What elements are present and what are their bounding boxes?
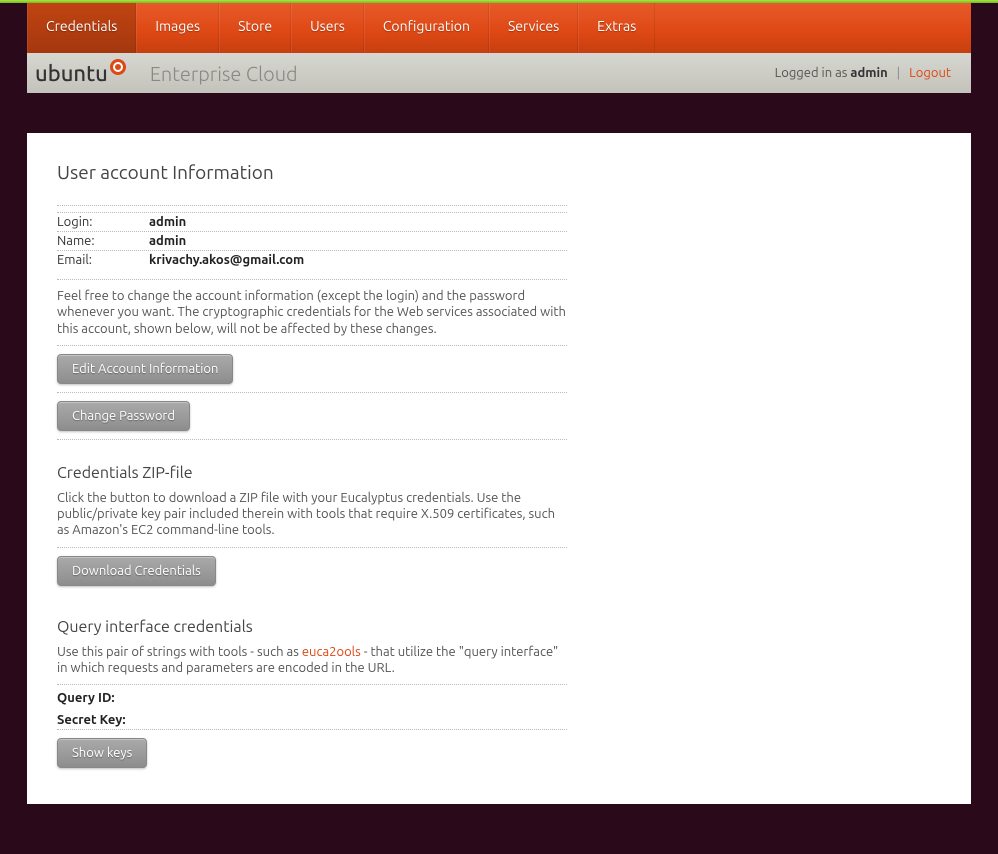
query-section-title: Query interface credentials (57, 618, 567, 636)
nav-services[interactable]: Services (489, 3, 578, 53)
nav-images[interactable]: Images (136, 3, 219, 53)
header-subtitle: Enterprise Cloud (150, 62, 298, 85)
ubuntu-wordmark: ubuntu (35, 61, 126, 86)
page-title: User account Information (57, 161, 567, 183)
secret-key-row: Secret Key: (57, 707, 567, 729)
page-background: Credentials Images Store Users Configura… (0, 3, 998, 854)
logged-in-prefix: Logged in as (775, 66, 851, 80)
login-status: Logged in as admin | Logout (775, 66, 951, 80)
info-row-name: Name: admin (57, 231, 567, 250)
nav-store[interactable]: Store (219, 3, 291, 53)
query-blurb: Use this pair of strings with tools - su… (57, 642, 567, 685)
content-panel: User account Information Login: admin Na… (27, 133, 971, 804)
show-keys-button[interactable]: Show keys (57, 738, 147, 768)
nav-users[interactable]: Users (291, 3, 364, 53)
top-nav: Credentials Images Store Users Configura… (27, 3, 971, 53)
email-value: krivachy.akos@gmail.com (149, 253, 304, 267)
edit-account-button[interactable]: Edit Account Information (57, 354, 233, 384)
edit-account-row: Edit Account Information (57, 345, 567, 393)
nav-extras[interactable]: Extras (578, 3, 655, 53)
query-blurb-before: Use this pair of strings with tools - su… (57, 645, 302, 659)
nav-credentials[interactable]: Credentials (27, 3, 136, 53)
query-id-label: Query ID: (57, 691, 115, 705)
nav-configuration[interactable]: Configuration (364, 3, 489, 53)
header-bar: ubuntu Enterprise Cloud Logged in as adm… (27, 53, 971, 93)
query-id-row: Query ID: (57, 684, 567, 707)
info-row-login: Login: admin (57, 212, 567, 231)
logo: ubuntu Enterprise Cloud (35, 61, 298, 86)
login-value: admin (149, 215, 186, 229)
separator: | (897, 66, 901, 80)
download-credentials-button[interactable]: Download Credentials (57, 556, 216, 586)
current-user: admin (850, 66, 887, 80)
account-blurb: Feel free to change the account informat… (57, 279, 567, 345)
ubuntu-cof-icon (110, 59, 126, 75)
zip-section-title: Credentials ZIP-file (57, 464, 567, 482)
name-value: admin (149, 234, 186, 248)
show-keys-row: Show keys (57, 729, 567, 776)
euca2ools-link[interactable]: euca2ools (302, 645, 361, 659)
email-label: Email: (57, 253, 149, 267)
download-credentials-row: Download Credentials (57, 547, 567, 594)
change-password-row: Change Password (57, 393, 567, 440)
secret-key-label: Secret Key: (57, 713, 126, 727)
info-row-email: Email: krivachy.akos@gmail.com (57, 250, 567, 269)
zip-blurb: Click the button to download a ZIP file … (57, 488, 567, 547)
logout-link[interactable]: Logout (909, 66, 951, 80)
ubuntu-logo-text: ubuntu (35, 61, 108, 86)
name-label: Name: (57, 234, 149, 248)
change-password-button[interactable]: Change Password (57, 401, 190, 431)
login-label: Login: (57, 215, 149, 229)
